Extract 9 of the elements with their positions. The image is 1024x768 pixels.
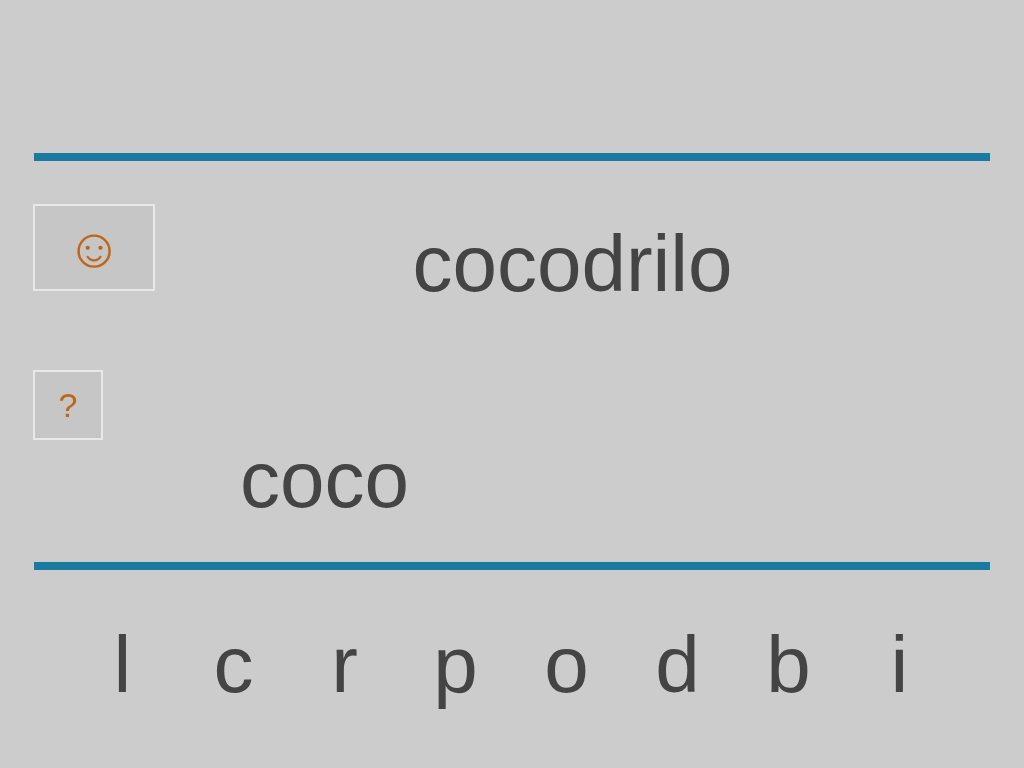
letter-tile[interactable]: l — [109, 625, 136, 705]
word-text: cocodrilo — [412, 224, 733, 304]
answer-text: coco — [240, 440, 409, 520]
letter-tile[interactable]: o — [540, 625, 593, 705]
letter-tile[interactable]: d — [651, 625, 704, 705]
letter-tile[interactable]: r — [327, 625, 362, 705]
letter-tile[interactable]: b — [762, 625, 815, 705]
letter-tile[interactable]: c — [209, 625, 258, 705]
letter-tile[interactable]: i — [886, 625, 913, 705]
